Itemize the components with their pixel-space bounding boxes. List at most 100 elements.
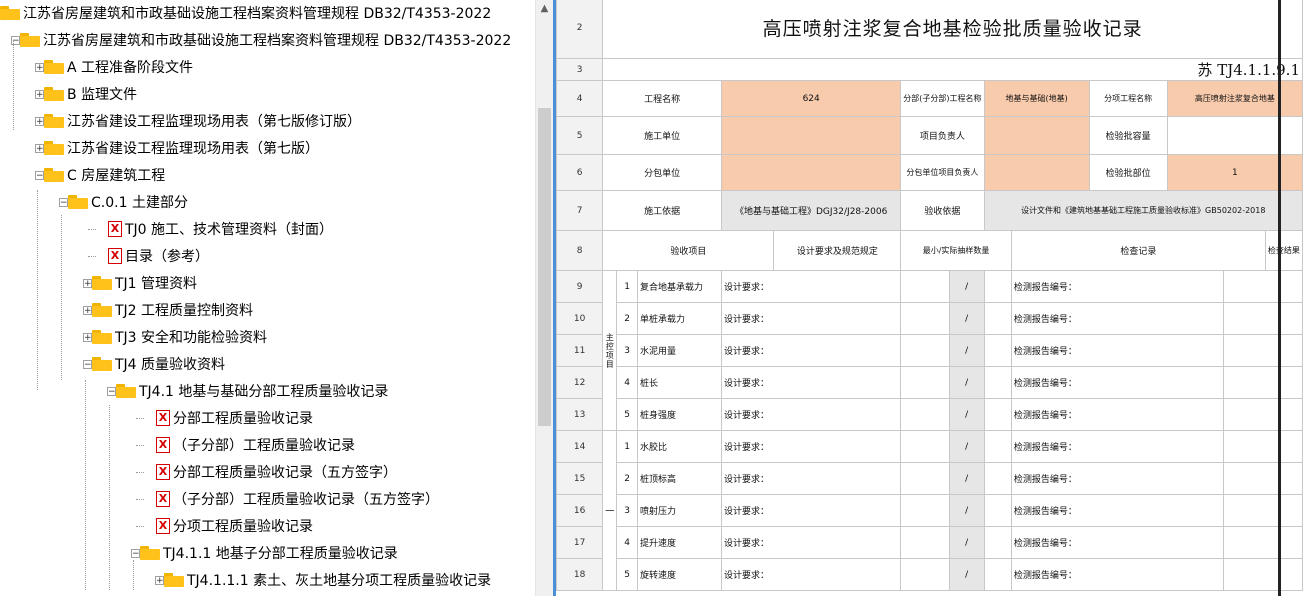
actual-sample[interactable] [983,526,1012,559]
expand-icon[interactable]: + [155,576,164,586]
sample-slash[interactable]: / [948,302,985,335]
check-result[interactable] [1222,494,1303,527]
min-sample[interactable] [900,334,950,367]
item-name[interactable]: 水胶比 [637,430,723,463]
header-check-record[interactable]: 检查记录 [1010,230,1266,271]
check-result[interactable] [1222,334,1303,367]
collapse-icon[interactable]: − [83,360,92,370]
sample-slash[interactable]: / [948,462,985,495]
check-result[interactable] [1222,302,1303,335]
tree-item[interactable]: X 分项工程质量验收记录 [152,515,313,537]
min-sample[interactable] [900,398,950,431]
main-control-group[interactable]: 主控项目 [602,270,618,431]
actual-sample[interactable] [983,430,1012,463]
subcontractor-label[interactable]: 分包单位 [602,154,723,191]
design-requirement[interactable]: 设计要求： [721,526,902,559]
expand-icon[interactable]: + [83,306,92,316]
batch-capacity-label[interactable]: 检验批容量 [1088,116,1168,155]
row-header[interactable]: 10 [556,302,604,335]
actual-sample[interactable] [983,494,1012,527]
min-sample[interactable] [900,302,950,335]
header-inspection-item[interactable]: 验收项目 [602,230,775,271]
actual-sample[interactable] [983,302,1012,335]
item-number[interactable]: 1 [616,270,639,303]
row-header[interactable]: 18 [556,558,604,591]
check-record[interactable]: 检测报告编号： [1010,334,1224,367]
row-header[interactable]: 9 [556,270,604,303]
actual-sample[interactable] [983,398,1012,431]
item-number[interactable]: 2 [616,462,639,495]
tree-item[interactable]: X （子分部）工程质量验收记录（五方签字） [152,488,439,510]
row-header[interactable]: 2 [556,0,604,59]
expand-icon[interactable]: + [35,144,44,154]
row-header[interactable]: 11 [556,334,604,367]
sub-manager-label[interactable]: 分包单位项目负责人 [900,154,985,191]
project-manager-label[interactable]: 项目负责人 [900,116,985,155]
sample-slash[interactable]: / [948,526,985,559]
tree-item[interactable]: TJ3 安全和功能检验资料 [92,326,267,348]
item-number[interactable]: 3 [616,334,639,367]
item-number[interactable]: 4 [616,526,639,559]
design-requirement[interactable]: 设计要求： [721,558,902,591]
row-header[interactable]: 14 [556,430,604,463]
construction-basis-label[interactable]: 施工依据 [602,190,723,231]
collapse-icon[interactable]: − [131,549,140,559]
check-record[interactable]: 检测报告编号： [1010,302,1224,335]
header-check-result[interactable]: 检查结果 [1264,230,1303,271]
tree-item[interactable]: X （子分部）工程质量验收记录 [152,434,355,456]
collapse-icon[interactable]: − [35,171,44,181]
row-header[interactable]: 5 [556,116,604,155]
min-sample[interactable] [900,270,950,303]
actual-sample[interactable] [983,366,1012,399]
tree-item[interactable]: TJ4.1 地基与基础分部工程质量验收记录 [116,380,388,402]
tree-item[interactable]: 江苏省房屋建筑和市政基础设施工程档案资料管理规程 DB32/T4353-2022 [0,2,491,24]
item-name[interactable]: 复合地基承载力 [637,270,723,303]
collapse-icon[interactable]: − [107,387,116,397]
sample-slash[interactable]: / [948,334,985,367]
item-number[interactable]: 3 [616,494,639,527]
item-name[interactable]: 水泥用量 [637,334,723,367]
tree-item[interactable]: TJ2 工程质量控制资料 [92,299,253,321]
design-requirement[interactable]: 设计要求： [721,430,902,463]
tree-vertical-scrollbar[interactable]: ▲ [535,0,553,596]
row-header[interactable]: 4 [556,80,604,117]
subcontractor-value[interactable] [721,154,902,191]
min-sample[interactable] [900,462,950,495]
sample-slash[interactable]: / [948,430,985,463]
min-sample[interactable] [900,494,950,527]
tree-item[interactable]: X 分部工程质量验收记录 [152,407,313,429]
subdivision-value[interactable]: 地基与基础(地基) [983,80,1090,117]
check-result[interactable] [1222,398,1303,431]
expand-icon[interactable]: + [83,279,92,289]
sample-slash[interactable]: / [948,398,985,431]
actual-sample[interactable] [983,558,1012,591]
tree-item[interactable]: A 工程准备阶段文件 [44,56,193,78]
sample-slash[interactable]: / [948,494,985,527]
tree-item[interactable]: TJ4.1.1 地基子分部工程质量验收记录 [140,542,398,564]
acceptance-basis-label[interactable]: 验收依据 [900,190,985,231]
batch-capacity-value[interactable] [1166,116,1303,155]
row-header[interactable]: 3 [556,58,604,81]
design-requirement[interactable]: 设计要求： [721,334,902,367]
check-record[interactable]: 检测报告编号： [1010,270,1224,303]
row-header[interactable]: 7 [556,190,604,231]
check-record[interactable]: 检测报告编号： [1010,430,1224,463]
tree-item[interactable]: 江苏省建设工程监理现场用表（第七版） [44,137,319,159]
row-header[interactable]: 13 [556,398,604,431]
item-number[interactable]: 4 [616,366,639,399]
min-sample[interactable] [900,526,950,559]
tree-item[interactable]: TJ1 管理资料 [92,272,197,294]
actual-sample[interactable] [983,334,1012,367]
tree-item[interactable]: X 目录（参考） [104,245,209,267]
sample-slash[interactable]: / [948,558,985,591]
check-result[interactable] [1222,366,1303,399]
design-requirement[interactable]: 设计要求： [721,462,902,495]
item-name[interactable]: 旋转速度 [637,558,723,591]
tree-item[interactable]: TJ4.1.1.1 素土、灰土地基分项工程质量验收记录 [164,569,491,591]
contractor-value[interactable] [721,116,902,155]
tree-item[interactable]: 江苏省建设工程监理现场用表（第七版修订版） [44,110,361,132]
item-number[interactable]: 2 [616,302,639,335]
min-sample[interactable] [900,430,950,463]
sample-slash[interactable]: / [948,366,985,399]
check-record[interactable]: 检测报告编号： [1010,462,1224,495]
